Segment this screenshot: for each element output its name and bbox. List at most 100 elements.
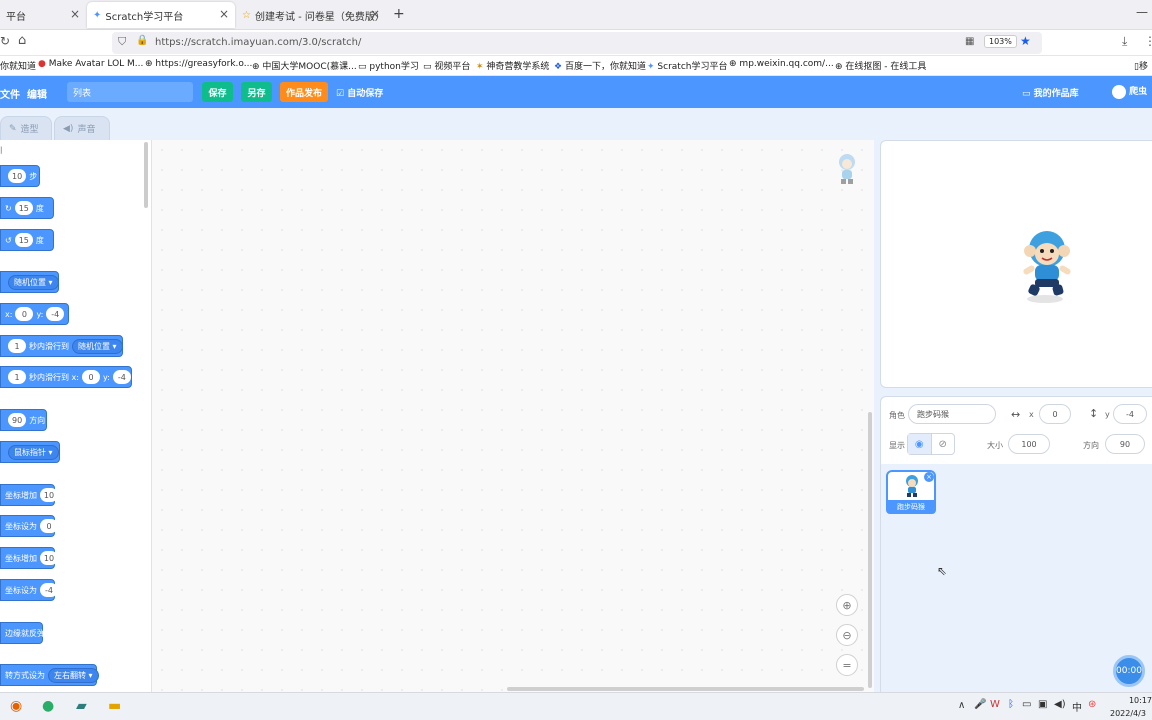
close-icon[interactable]: × <box>70 7 80 21</box>
code-vertical-scrollbar[interactable] <box>868 412 872 688</box>
zoom-reset-icon[interactable]: = <box>836 654 858 676</box>
home-icon[interactable]: ⌂ <box>18 33 26 48</box>
value-input[interactable]: -4 <box>40 583 58 597</box>
zoom-in-icon[interactable]: ⊕ <box>836 594 858 616</box>
qr-icon[interactable]: ▦ <box>965 36 974 47</box>
value-input[interactable]: 10 <box>40 551 58 565</box>
bookmark-item[interactable]: ⊕ https://greasyfork.o... <box>145 59 252 69</box>
publish-button[interactable]: 作品发布 <box>280 82 328 102</box>
bookmark-star-icon[interactable]: ★ <box>1020 34 1031 48</box>
bookmark-item[interactable]: ▭ 视频平台 <box>423 59 470 72</box>
block-set-y[interactable]: 坐标设为 -4 <box>0 579 58 601</box>
bookmark-item[interactable]: ⊕ 在线抠图 - 在线工具 <box>835 59 926 72</box>
rotation-dropdown[interactable]: 左右翻转 ▾ <box>48 667 99 683</box>
paw-icon: ❖ <box>554 62 563 72</box>
hide-eye-icon[interactable]: ⊘ <box>932 434 955 454</box>
block-turn-right[interactable]: ↻ 15 度 <box>0 197 54 219</box>
tab-sounds[interactable]: ◀) 声音 <box>54 116 110 140</box>
bookmark-item[interactable]: ❖ 百度一下，你就知道 <box>554 59 646 72</box>
size-input[interactable]: 100 <box>1008 434 1050 454</box>
firefox-icon[interactable]: ◉ <box>10 698 22 714</box>
direction-input[interactable]: 90 <box>1105 434 1145 454</box>
project-title-input[interactable]: 列表 <box>67 82 193 102</box>
minimize-icon[interactable]: — <box>1136 5 1148 19</box>
direction-label: 方向 <box>1083 441 1099 450</box>
user-menu[interactable]: 爬虫 <box>1112 84 1147 99</box>
block-bounce[interactable]: 边缘就反弹 <box>0 622 45 644</box>
bookmark-item[interactable]: ▯移 <box>1134 59 1148 72</box>
tray-chevron-icon[interactable]: ∧ <box>958 700 965 711</box>
zoom-out-icon[interactable]: ⊖ <box>836 624 858 646</box>
close-icon[interactable]: × <box>370 7 380 21</box>
bookmark-item[interactable]: 你就知道 <box>0 59 36 72</box>
tab-2-active[interactable]: ✦ Scratch学习平台 × <box>87 2 235 28</box>
my-works-link[interactable]: ▭ 我的作品库 <box>1022 86 1079 99</box>
show-eye-icon[interactable]: ◉ <box>908 434 932 454</box>
tab-1[interactable]: 平台 × <box>0 2 86 28</box>
goto-dropdown[interactable]: 随机位置 ▾ <box>8 274 59 290</box>
degrees-input[interactable]: 15 <box>14 233 33 247</box>
save-as-button[interactable]: 另存 <box>241 82 272 102</box>
sprite-thumb[interactable]: 跑步码猴 × <box>886 470 936 514</box>
block-set-x[interactable]: 坐标设为 0 <box>0 515 58 537</box>
menu-edit[interactable]: 编辑 <box>27 86 47 101</box>
timer-badge[interactable]: 00:00 <box>1113 655 1145 687</box>
menu-file[interactable]: 文件 <box>0 86 20 101</box>
download-icon[interactable]: ⤓ <box>1122 34 1127 49</box>
save-button[interactable]: 保存 <box>202 82 233 102</box>
new-tab-icon[interactable]: + <box>393 6 405 22</box>
code-area[interactable] <box>152 140 874 692</box>
palette-scrollbar[interactable] <box>144 142 148 208</box>
secs-input[interactable]: 1 <box>8 339 26 353</box>
bookmark-item[interactable]: ✶ 神奇营教学系统 <box>476 59 549 72</box>
url-text[interactable]: https://scratch.imayuan.com/3.0/scratch/ <box>155 37 361 48</box>
stage[interactable] <box>880 140 1152 388</box>
block-glide-to[interactable]: 1 秒内滑行到 随机位置 ▾ <box>0 335 123 357</box>
tab-3[interactable]: ☆ 创建考试 - 问卷星（免费版） × <box>236 2 386 28</box>
bookmark-item[interactable]: ● Make Avatar LOL M... <box>38 59 143 69</box>
block-point-towards[interactable]: 鼠标指针 ▾ <box>0 441 60 463</box>
wechat-icon[interactable]: ● <box>42 698 54 714</box>
block-change-y[interactable]: 坐标增加 10 <box>0 547 58 569</box>
block-move-steps[interactable]: 10 步 <box>0 165 40 187</box>
x-input[interactable]: 0 <box>15 307 34 321</box>
bookmark-item[interactable]: ▭ python学习 <box>358 59 419 72</box>
close-icon[interactable]: × <box>219 7 229 21</box>
bookmark-item[interactable]: ⊕ mp.weixin.qq.com/... <box>729 59 834 69</box>
bookmark-item[interactable]: ✦ Scratch学习平台 <box>647 59 727 72</box>
block-goto-xy[interactable]: x: 0 y: -4 <box>0 303 69 325</box>
sprite-name-input[interactable]: 跑步码猴 <box>908 404 996 424</box>
url-bar[interactable]: ⛉ 🔒 https://scratch.imayuan.com/3.0/scra… <box>112 32 1042 54</box>
bookmark-item[interactable]: ⊕ 中国大学MOOC(慕课... <box>252 59 357 72</box>
folder-icon[interactable]: ▬ <box>108 698 121 714</box>
block-turn-left[interactable]: ↺ 15 度 <box>0 229 54 251</box>
block-point-direction[interactable]: 90 方向 <box>0 409 47 431</box>
x-input[interactable]: 0 <box>81 370 100 384</box>
glide-dropdown[interactable]: 随机位置 ▾ <box>72 338 123 354</box>
reload-icon[interactable]: ↻ <box>0 34 10 48</box>
steps-input[interactable]: 10 <box>8 169 27 183</box>
zoom-badge[interactable]: 103% <box>984 35 1017 48</box>
towards-dropdown[interactable]: 鼠标指针 ▾ <box>8 444 59 460</box>
delete-sprite-icon[interactable]: × <box>924 472 934 482</box>
autosave-toggle[interactable]: ☑ 自动保存 <box>336 86 383 99</box>
value-input[interactable]: 0 <box>40 519 58 533</box>
direction-input[interactable]: 90 <box>8 413 27 427</box>
sprite-monkey[interactable] <box>1015 227 1079 307</box>
y-input[interactable]: -4 <box>112 370 131 384</box>
app-icon[interactable]: ▰ <box>76 698 87 714</box>
x-input[interactable]: 0 <box>1039 404 1071 424</box>
block-change-x[interactable]: 坐标增加 10 <box>0 484 58 506</box>
code-horizontal-scrollbar[interactable] <box>507 687 864 691</box>
degrees-input[interactable]: 15 <box>14 201 33 215</box>
secs-input[interactable]: 1 <box>8 370 26 384</box>
block-rotation-style[interactable]: 转方式设为 左右翻转 ▾ <box>0 664 99 686</box>
y-input[interactable]: -4 <box>1113 404 1147 424</box>
value-input[interactable]: 10 <box>40 488 58 502</box>
menu-icon[interactable]: ⋮ <box>1144 34 1152 48</box>
os-taskbar: ◉ ● ▰ ▬ ∧ 🎤 W ᛒ ▭ ▣ ◀) 中 ⊛ 10:17 2022/4/… <box>0 692 1152 720</box>
block-glide-xy[interactable]: 1 秒内滑行到 x: 0 y: -4 <box>0 366 132 388</box>
block-goto[interactable]: 随机位置 ▾ <box>0 271 59 293</box>
y-input[interactable]: -4 <box>46 307 65 321</box>
tab-costumes[interactable]: ✎ 造型 <box>0 116 52 140</box>
